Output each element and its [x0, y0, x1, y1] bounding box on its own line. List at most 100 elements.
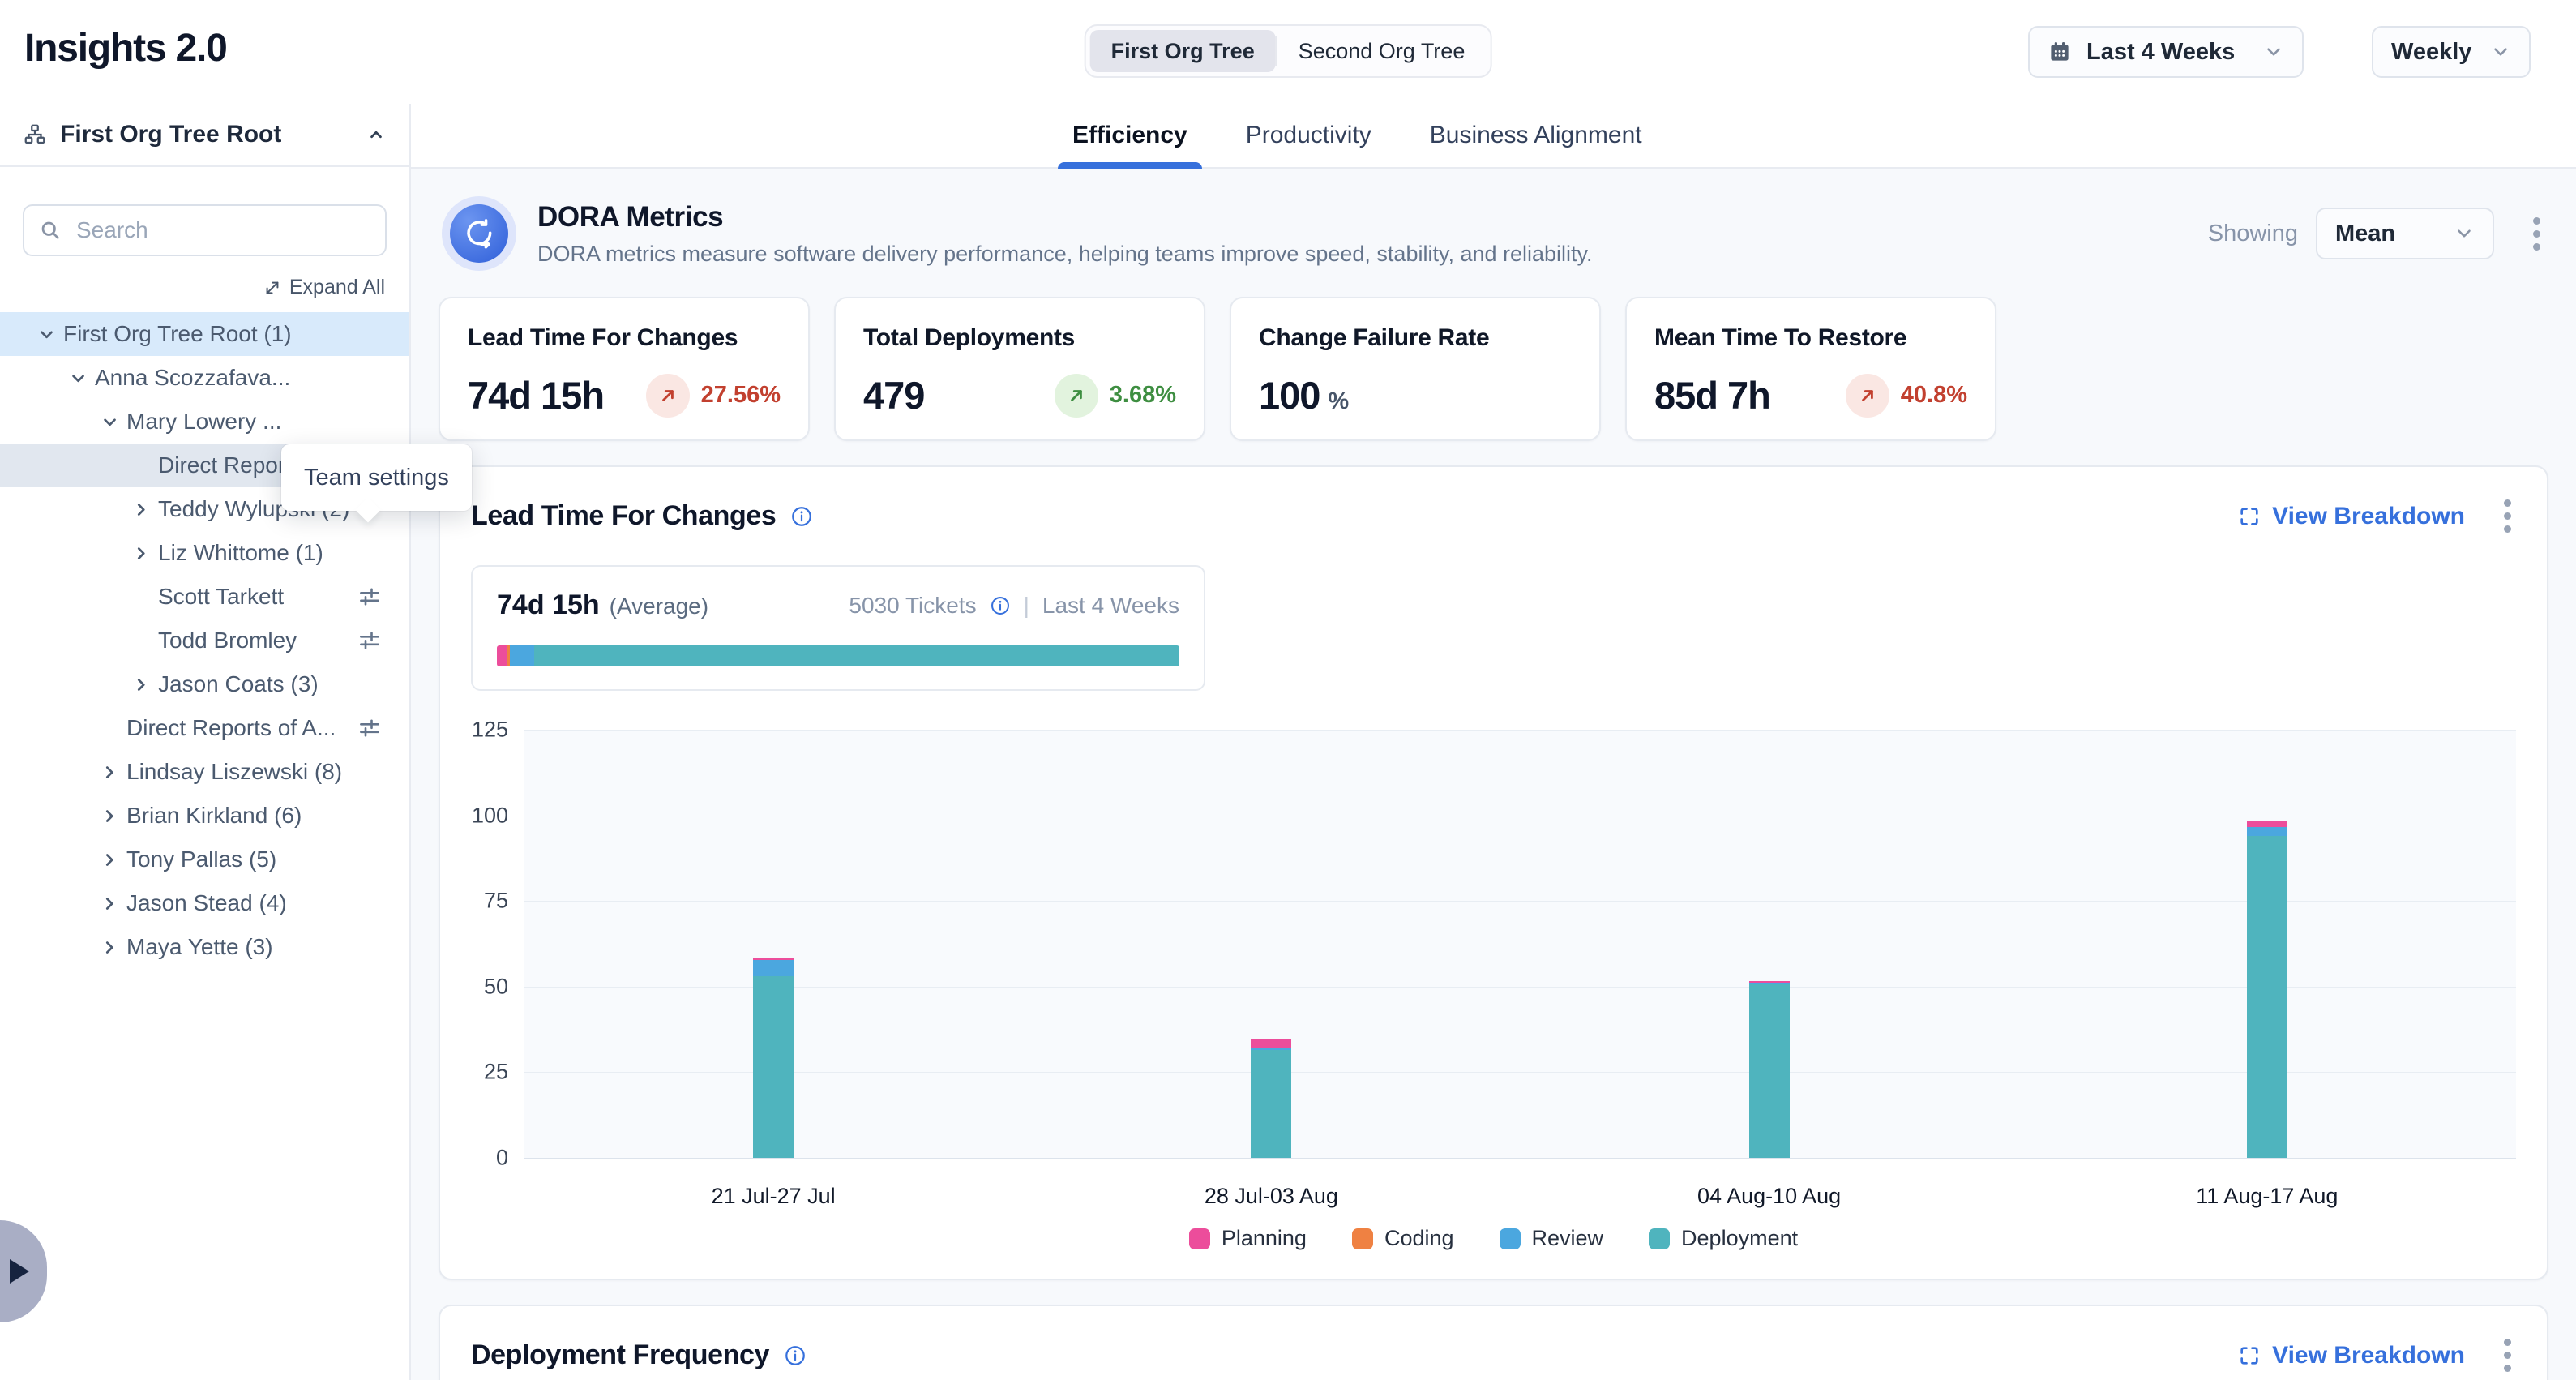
lead-time-panel: Lead Time For Changes View Breakdown: [439, 465, 2548, 1280]
team-settings-icon[interactable]: [357, 716, 382, 740]
divider: |: [1024, 593, 1029, 619]
metric-delta-value: 27.56%: [701, 382, 781, 409]
tree-item[interactable]: Jason Coats (3): [0, 662, 409, 706]
tree-item-label: Todd Bromley: [158, 628, 297, 654]
average-summary-card: 74d 15h (Average) 5030 Tickets | Last 4 …: [471, 565, 1205, 691]
tree-item[interactable]: First Org Tree Root (1): [0, 312, 409, 356]
team-settings-icon[interactable]: [357, 585, 382, 609]
aggregation-select[interactable]: Mean: [2316, 208, 2494, 259]
chevron-right-icon[interactable]: [99, 805, 126, 826]
play-icon: [10, 1259, 29, 1284]
metric-value: 100: [1259, 373, 1320, 418]
tree-item[interactable]: Liz Whittome (1): [0, 531, 409, 575]
tree-item[interactable]: Mary Lowery ...: [0, 400, 409, 444]
granularity-select[interactable]: Weekly: [2372, 26, 2531, 78]
chevron-right-icon[interactable]: [131, 674, 158, 695]
tree-item[interactable]: Brian Kirkland (6): [0, 794, 409, 838]
info-icon[interactable]: [784, 1344, 807, 1367]
chevron-right-icon[interactable]: [131, 499, 158, 520]
metric-title: Total Deployments: [863, 324, 1176, 352]
period-select[interactable]: Last 4 Weeks: [2028, 26, 2304, 78]
chevron-down-icon[interactable]: [99, 411, 126, 432]
tab-business-alignment[interactable]: Business Alignment: [1427, 104, 1645, 167]
chevron-down-icon[interactable]: [67, 367, 95, 388]
sidebar-title: First Org Tree Root: [60, 121, 353, 148]
sidebar-header: First Org Tree Root: [0, 104, 409, 167]
showing-control: Showing Mean: [2208, 208, 2545, 259]
tree-item-label: Tony Pallas (5): [126, 846, 276, 872]
x-tick-label: 28 Jul-03 Aug: [1205, 1184, 1338, 1209]
y-tick-label: 125: [472, 718, 508, 743]
deployment-frequency-title: Deployment Frequency: [471, 1339, 769, 1371]
metric-title: Lead Time For Changes: [468, 324, 781, 352]
tab-productivity[interactable]: Productivity: [1243, 104, 1375, 167]
metric-value: 479: [863, 373, 924, 418]
y-tick-label: 75: [484, 889, 508, 914]
trend-up-icon: [1055, 374, 1098, 418]
bar-segment-deployment: [2247, 836, 2287, 1158]
view-breakdown-link[interactable]: View Breakdown: [2238, 503, 2465, 530]
kebab-menu-icon[interactable]: [2528, 212, 2545, 255]
aggregation-select-value: Mean: [2335, 221, 2439, 247]
metric-card: Total Deployments4793.68%: [834, 297, 1205, 441]
dora-texts: DORA Metrics DORA metrics measure softwa…: [537, 201, 2208, 267]
legend-swatch: [1189, 1228, 1210, 1249]
search-input[interactable]: [75, 216, 370, 244]
legend-item-review: Review: [1500, 1226, 1604, 1251]
tab-efficiency[interactable]: Efficiency: [1069, 104, 1191, 167]
tabs: Efficiency Productivity Business Alignment: [1069, 104, 1645, 167]
chevron-right-icon[interactable]: [99, 761, 126, 782]
kebab-menu-icon[interactable]: [2499, 1334, 2516, 1377]
info-icon[interactable]: [790, 505, 813, 528]
plot-area: [524, 730, 2516, 1159]
bar-04-aug-10-aug: [1749, 981, 1790, 1158]
average-label: (Average): [610, 594, 708, 619]
metric-delta-value: 40.8%: [1901, 382, 1967, 409]
tree-item[interactable]: Direct Reports of A...: [0, 706, 409, 750]
tree-item[interactable]: Tony Pallas (5): [0, 838, 409, 881]
period-label: Last 4 Weeks: [1042, 593, 1179, 619]
y-tick-label: 50: [484, 974, 508, 999]
kebab-menu-icon[interactable]: [2499, 495, 2516, 538]
y-tick-label: 100: [472, 803, 508, 828]
legend-item-deployment: Deployment: [1649, 1226, 1798, 1251]
metric-unit: %: [1328, 388, 1349, 415]
tree-item[interactable]: Todd Bromley: [0, 619, 409, 662]
tree-item[interactable]: Maya Yette (3): [0, 925, 409, 969]
chevron-right-icon[interactable]: [99, 849, 126, 870]
expand-all-button[interactable]: Expand All: [24, 276, 385, 299]
gridline: [524, 987, 2516, 988]
main-area: Efficiency Productivity Business Alignment…: [411, 104, 2576, 1380]
bar-segment-deployment: [1251, 1050, 1291, 1158]
legend-swatch: [1352, 1228, 1373, 1249]
legend-swatch: [1649, 1228, 1670, 1249]
deployment-frequency-title-row: Deployment Frequency: [471, 1339, 807, 1371]
phase-segment-planning: [497, 645, 507, 666]
tabs-row: Efficiency Productivity Business Alignment: [411, 104, 2576, 169]
deployment-frequency-panel: Deployment Frequency View Breakdown: [439, 1305, 2548, 1380]
tree-item[interactable]: Lindsay Liszewski (8): [0, 750, 409, 794]
granularity-select-value: Weekly: [2391, 39, 2475, 66]
tree-item[interactable]: Jason Stead (4): [0, 881, 409, 925]
tree-item-label: First Org Tree Root (1): [63, 321, 292, 347]
chevron-right-icon[interactable]: [99, 893, 126, 914]
content: DORA Metrics DORA metrics measure softwa…: [411, 169, 2576, 1380]
chevron-right-icon[interactable]: [131, 542, 158, 564]
org-toggle-first[interactable]: First Org Tree: [1090, 30, 1276, 72]
view-breakdown-label: View Breakdown: [2272, 1342, 2465, 1369]
collapse-sidebar-button[interactable]: [366, 124, 387, 145]
tree-item[interactable]: Scott Tarkett: [0, 575, 409, 619]
org-toggle-second[interactable]: Second Org Tree: [1277, 30, 1487, 72]
tree-item[interactable]: Anna Scozzafava...: [0, 356, 409, 400]
team-settings-icon[interactable]: [357, 628, 382, 653]
search-box[interactable]: [23, 204, 387, 256]
view-breakdown-link[interactable]: View Breakdown: [2238, 1342, 2465, 1369]
tickets-count: 5030 Tickets: [849, 593, 976, 619]
info-icon[interactable]: [990, 595, 1011, 616]
legend-label: Review: [1532, 1226, 1604, 1251]
chevron-right-icon[interactable]: [99, 936, 126, 958]
chevron-down-icon: [2263, 41, 2284, 62]
lead-time-title-row: Lead Time For Changes: [471, 500, 813, 532]
tree-item-label: Maya Yette (3): [126, 934, 273, 960]
chevron-down-icon[interactable]: [36, 324, 63, 345]
